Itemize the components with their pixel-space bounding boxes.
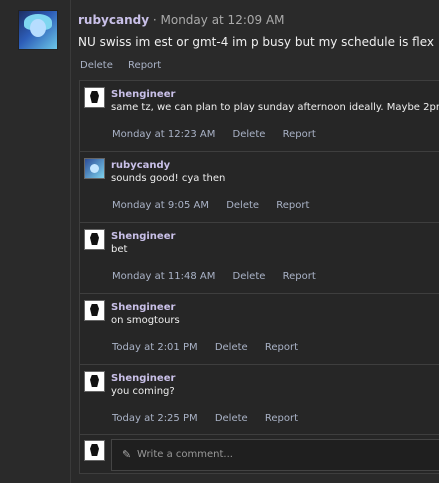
- report-link[interactable]: Report: [128, 60, 161, 71]
- commenter-avatar[interactable]: [84, 87, 105, 108]
- post-author-avatar[interactable]: [18, 10, 58, 50]
- post-author-name[interactable]: rubycandy: [78, 13, 149, 27]
- delete-link[interactable]: Delete: [215, 342, 248, 353]
- comment-time[interactable]: Monday at 12:23 AM: [112, 129, 215, 140]
- comment-meta: Monday at 9:05 AM Delete Report: [112, 200, 323, 211]
- meta-separator: ·: [149, 13, 161, 27]
- post-timestamp[interactable]: Monday at 12:09 AM: [161, 13, 285, 27]
- commenter-name[interactable]: Shengineer: [111, 231, 175, 242]
- report-link[interactable]: Report: [265, 342, 298, 353]
- comment-meta: Today at 2:01 PM Delete Report: [112, 342, 312, 353]
- pencil-icon: ✎: [122, 448, 132, 461]
- delete-link[interactable]: Delete: [233, 271, 266, 282]
- comment-time[interactable]: Monday at 11:48 AM: [112, 271, 215, 282]
- delete-link[interactable]: Delete: [80, 60, 113, 71]
- commenter-name[interactable]: Shengineer: [111, 373, 175, 384]
- current-user-avatar: [84, 440, 105, 461]
- commenter-name[interactable]: rubycandy: [111, 160, 170, 171]
- commenter-avatar[interactable]: [84, 371, 105, 392]
- report-link[interactable]: Report: [283, 271, 316, 282]
- comment-item: Shengineer you coming? Today at 2:25 PM …: [80, 365, 439, 435]
- report-link[interactable]: Report: [283, 129, 316, 140]
- commenter-avatar[interactable]: [84, 229, 105, 250]
- post-message: NU swiss im est or gmt-4 im p busy but m…: [78, 35, 434, 49]
- comment-text: you coming?: [111, 386, 175, 397]
- comment-time[interactable]: Today at 2:25 PM: [112, 413, 198, 424]
- post-actions: Delete Report: [80, 60, 173, 71]
- commenter-name[interactable]: Shengineer: [111, 89, 175, 100]
- comment-item: Shengineer on smogtours Today at 2:01 PM…: [80, 294, 439, 365]
- comment-text: bet: [111, 244, 128, 255]
- delete-link[interactable]: Delete: [226, 200, 259, 211]
- commenter-avatar[interactable]: [84, 158, 105, 179]
- delete-link[interactable]: Delete: [233, 129, 266, 140]
- comment-item: Shengineer bet Monday at 11:48 AM Delete…: [80, 223, 439, 294]
- post-header: rubycandy · Monday at 12:09 AM: [78, 13, 285, 27]
- comment-time[interactable]: Today at 2:01 PM: [112, 342, 198, 353]
- write-comment-row: ✎ Write a comment...: [80, 435, 439, 473]
- comment-text: sounds good! cya then: [111, 173, 226, 184]
- report-link[interactable]: Report: [276, 200, 309, 211]
- left-divider: [70, 0, 71, 483]
- comment-item: rubycandy sounds good! cya then Monday a…: [80, 152, 439, 223]
- comment-time[interactable]: Monday at 9:05 AM: [112, 200, 209, 211]
- comment-placeholder: Write a comment...: [137, 449, 233, 460]
- comment-meta: Monday at 11:48 AM Delete Report: [112, 271, 330, 282]
- comment-list: Shengineer same tz, we can plan to play …: [79, 80, 439, 474]
- comment-meta: Monday at 12:23 AM Delete Report: [112, 129, 330, 140]
- comment-text: same tz, we can plan to play sunday afte…: [111, 102, 439, 113]
- comment-item: Shengineer same tz, we can plan to play …: [80, 81, 439, 152]
- comment-text: on smogtours: [111, 315, 180, 326]
- commenter-name[interactable]: Shengineer: [111, 302, 175, 313]
- commenter-avatar[interactable]: [84, 300, 105, 321]
- report-link[interactable]: Report: [265, 413, 298, 424]
- comment-meta: Today at 2:25 PM Delete Report: [112, 413, 312, 424]
- delete-link[interactable]: Delete: [215, 413, 248, 424]
- comment-input[interactable]: ✎ Write a comment...: [111, 439, 439, 471]
